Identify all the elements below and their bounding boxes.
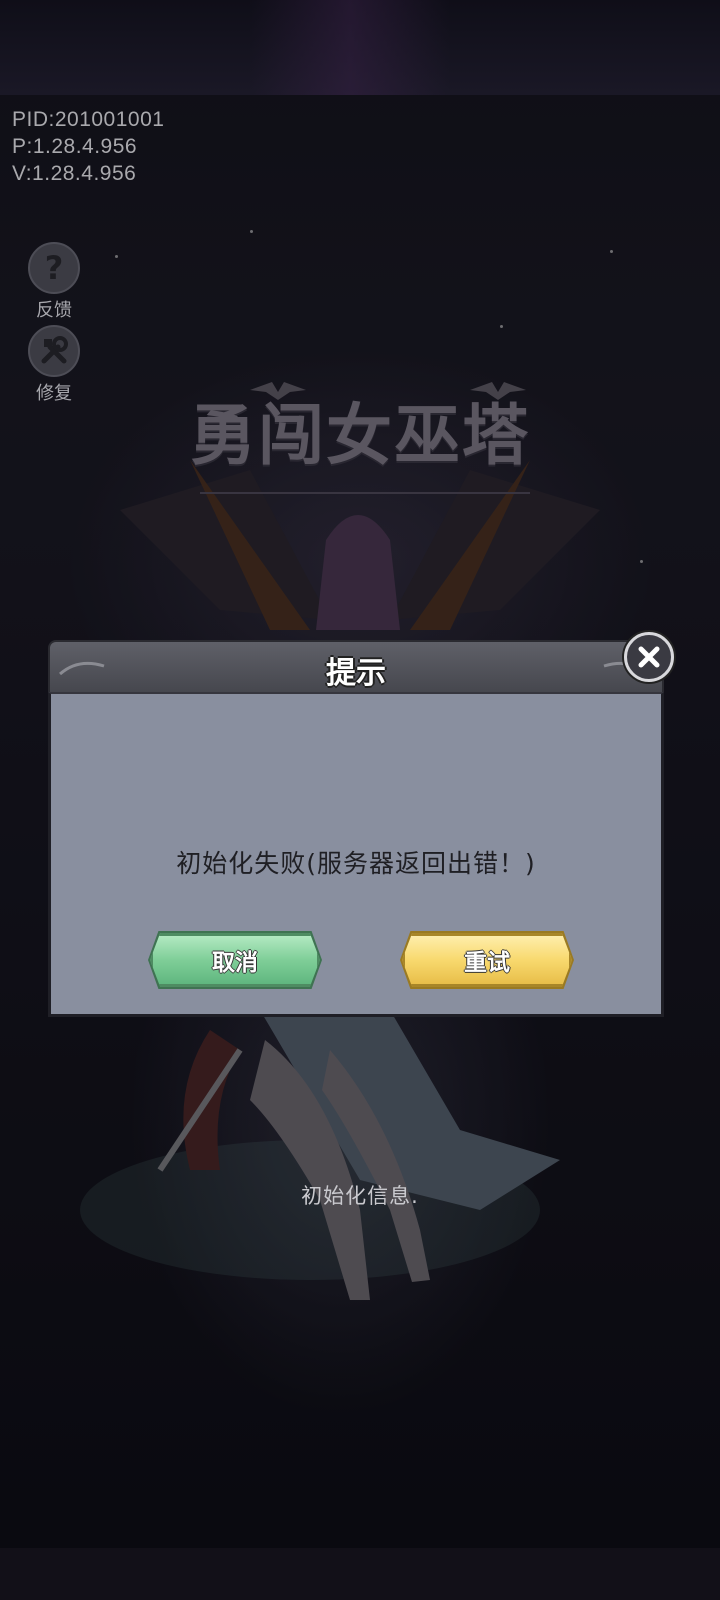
cancel-button[interactable]: 取消 <box>150 933 320 987</box>
dialog-body: 初始化失败(服务器返回出错！) <box>48 692 664 1017</box>
bottom-band <box>0 1548 720 1600</box>
p-version-label: P:1.28.4.956 <box>12 135 138 158</box>
pid-label: PID:201001001 <box>12 108 165 131</box>
svg-text:?: ? <box>45 251 64 285</box>
alert-dialog: 提示 初始化失败(服务器返回出错！) <box>48 632 674 1018</box>
feedback-label: 反馈 <box>36 300 72 321</box>
game-screen: 勇闯女巫塔 PID:201001001 P:1.28.4.956 V:1.28.… <box>0 0 720 1600</box>
loading-status: 初始化信息. <box>301 1184 419 1208</box>
error-message: 初始化失败(服务器返回出错！) <box>176 849 536 878</box>
v-version-label: V:1.28.4.956 <box>12 162 137 185</box>
top-glow <box>250 0 450 95</box>
question-icon: ? <box>28 242 80 294</box>
dialog-header: 提示 <box>48 640 664 694</box>
repair-label: 修复 <box>36 383 72 404</box>
repair-button[interactable]: 修复 <box>27 325 81 405</box>
feedback-button[interactable]: ? 反馈 <box>27 242 81 322</box>
tools-icon <box>28 325 80 377</box>
retry-button[interactable]: 重试 <box>402 933 572 987</box>
dialog-title: 提示 <box>326 656 386 691</box>
close-button[interactable] <box>624 632 674 682</box>
top-band <box>0 0 720 95</box>
close-icon <box>638 646 660 668</box>
